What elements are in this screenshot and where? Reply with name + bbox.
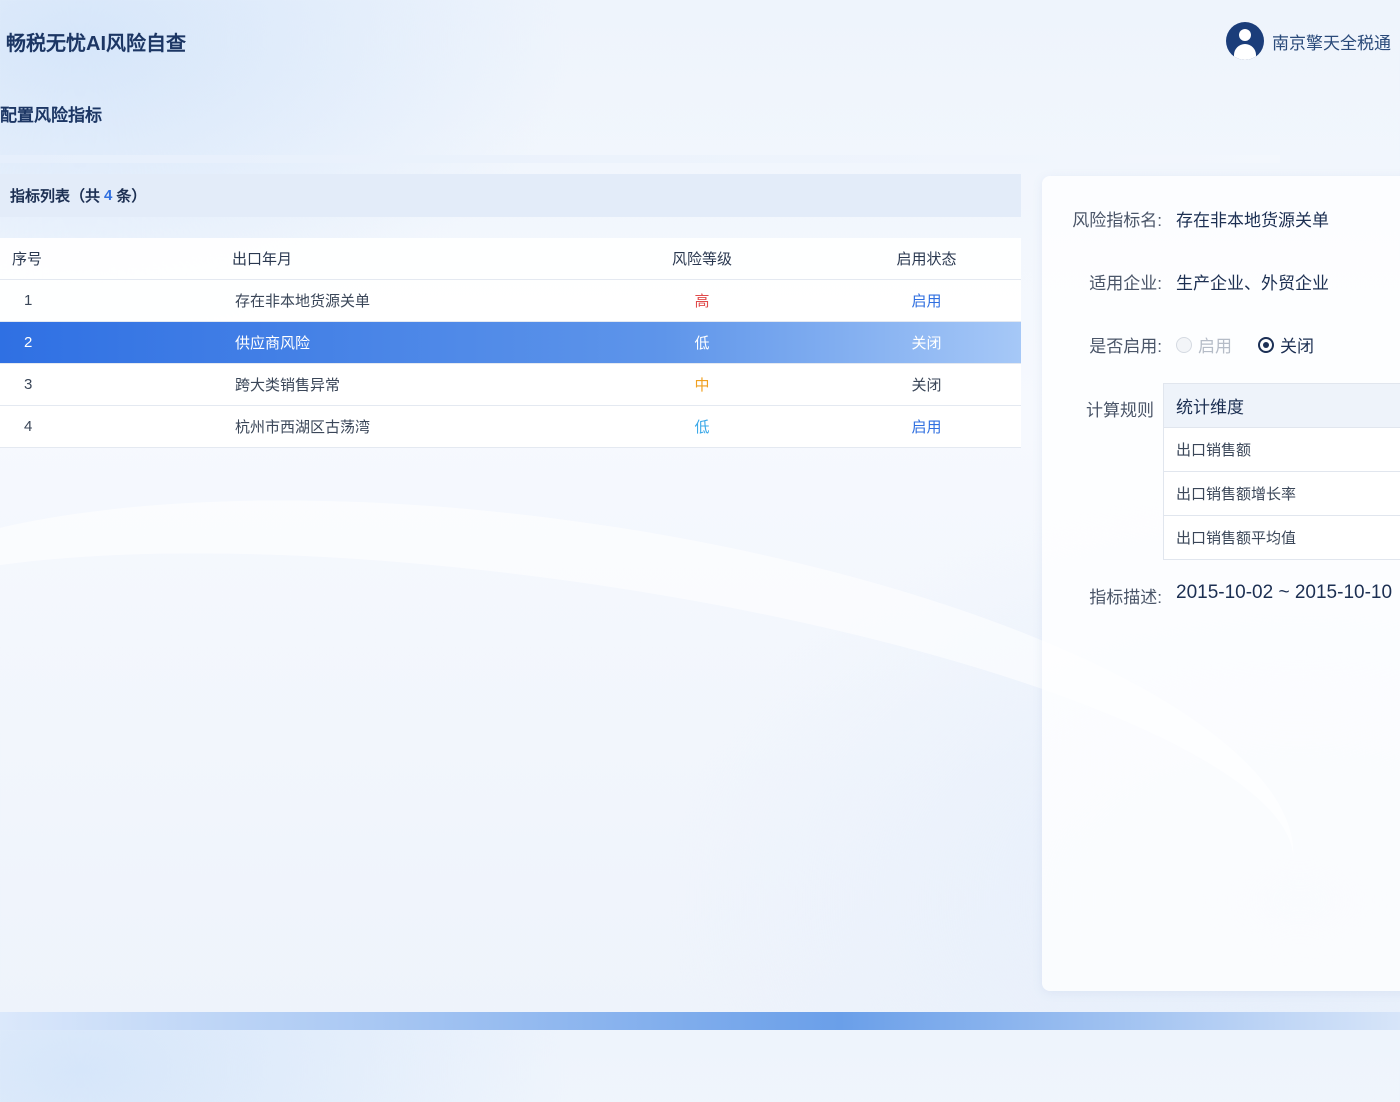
indicator-detail-panel: 风险指标名: 存在非本地货源关单 适用企业: 生产企业、外贸企业 是否启用: 启…	[1042, 176, 1400, 991]
column-header-month[interactable]: 出口年月	[232, 238, 572, 280]
row-level: 中	[572, 364, 832, 406]
user-menu[interactable]: 南京擎天全税通	[1226, 22, 1391, 60]
indicator-list-card: 指标列表（共 4 条） 序号 出口年月 风险等级 启用状态 1存在非本地货源关单…	[0, 174, 1021, 447]
list-title: 指标列表（共	[10, 185, 100, 206]
company-label: 适用企业:	[1042, 269, 1162, 294]
row-state: 关闭	[832, 322, 1021, 364]
row-level: 高	[572, 280, 832, 322]
enable-on-label: 启用	[1198, 332, 1232, 357]
enable-label: 是否启用:	[1042, 332, 1162, 357]
app-title: 畅税无忧AI风险自查	[6, 27, 186, 56]
divider	[0, 155, 1280, 163]
row-name: 杭州市西湖区古荡湾	[232, 406, 572, 448]
company-value: 生产企业、外贸企业	[1176, 269, 1329, 294]
row-index: 2	[0, 322, 232, 364]
list-count: 4	[104, 187, 112, 204]
indicator-table: 序号 出口年月 风险等级 启用状态 1存在非本地货源关单高启用2供应商风险低关闭…	[0, 238, 1021, 448]
row-name: 存在非本地货源关单	[232, 280, 572, 322]
table-row[interactable]: 3跨大类销售异常中关闭	[0, 364, 1021, 406]
list-header: 指标列表（共 4 条）	[0, 174, 1021, 217]
rule-item: 出口销售额增长率	[1164, 472, 1400, 516]
row-index: 1	[0, 280, 232, 322]
enable-off-radio[interactable]: 关闭	[1258, 332, 1314, 357]
rule-table: 统计维度 出口销售额 出口销售额增长率 出口销售额平均值	[1163, 383, 1400, 560]
rule-label: 计算规则	[1034, 396, 1154, 421]
row-name: 供应商风险	[232, 322, 572, 364]
rule-item: 出口销售额	[1164, 428, 1400, 472]
table-header-row: 序号 出口年月 风险等级 启用状态	[0, 238, 1021, 280]
rule-item: 出口销售额平均值	[1164, 516, 1400, 560]
row-index: 3	[0, 364, 232, 406]
table-row: 出口销售额	[1164, 428, 1400, 472]
row-name: 跨大类销售异常	[232, 364, 572, 406]
desc-value: 2015-10-02 ~ 2015-10-10	[1176, 582, 1392, 604]
row-state: 关闭	[832, 364, 1021, 406]
radio-unchecked-icon	[1176, 337, 1192, 353]
user-avatar-icon[interactable]	[1226, 22, 1264, 60]
desc-label: 指标描述:	[1042, 583, 1162, 608]
rule-header-row: 统计维度	[1164, 384, 1400, 428]
column-header-index[interactable]: 序号	[0, 238, 232, 280]
table-row[interactable]: 4杭州市西湖区古荡湾低启用	[0, 406, 1021, 448]
enable-on-radio[interactable]: 启用	[1176, 332, 1232, 357]
radio-checked-icon	[1258, 337, 1274, 353]
table-row: 出口销售额增长率	[1164, 472, 1400, 516]
enable-off-label: 关闭	[1280, 332, 1314, 357]
name-value: 存在非本地货源关单	[1176, 206, 1329, 231]
list-title-suffix: 条）	[116, 185, 146, 206]
table-row: 出口销售额平均值	[1164, 516, 1400, 560]
user-name[interactable]: 南京擎天全税通	[1272, 29, 1391, 54]
bottom-bar	[0, 1012, 1400, 1030]
table-row[interactable]: 2供应商风险低关闭	[0, 322, 1021, 364]
row-index: 4	[0, 406, 232, 448]
page-heading: 配置风险指标	[0, 101, 102, 126]
table-row[interactable]: 1存在非本地货源关单高启用	[0, 280, 1021, 322]
row-level: 低	[572, 322, 832, 364]
column-header-state[interactable]: 启用状态	[832, 238, 1021, 280]
row-level: 低	[572, 406, 832, 448]
row-state: 启用	[832, 406, 1021, 448]
rule-header: 统计维度	[1164, 384, 1400, 428]
row-state: 启用	[832, 280, 1021, 322]
name-label: 风险指标名:	[1042, 206, 1162, 231]
column-header-level[interactable]: 风险等级	[572, 238, 832, 280]
